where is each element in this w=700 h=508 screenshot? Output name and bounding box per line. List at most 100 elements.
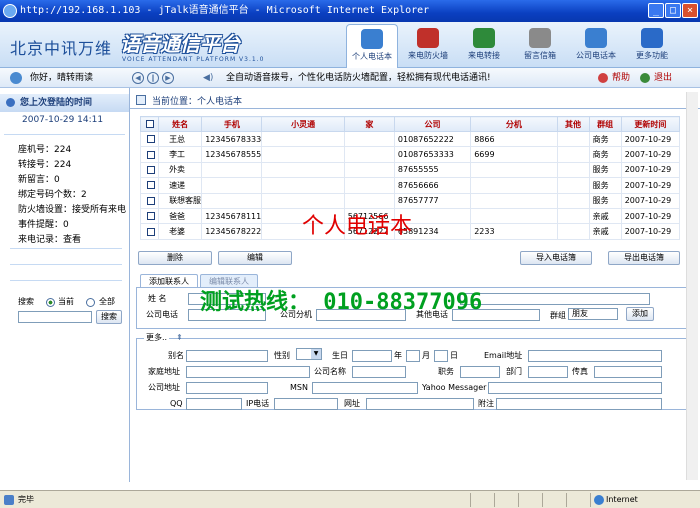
nav-item-forward[interactable]: 来电转接 bbox=[458, 24, 510, 68]
row-checkbox[interactable] bbox=[147, 196, 156, 205]
column-header[interactable]: 姓名 bbox=[158, 116, 203, 132]
row-checkbox[interactable] bbox=[147, 165, 156, 174]
add-button[interactable]: 添加 bbox=[626, 307, 654, 321]
table-cell: 爸爸 bbox=[158, 207, 203, 225]
table-row[interactable]: 外卖 87655555 服务 2007-10-29 bbox=[139, 161, 681, 179]
logout-link[interactable]: 退出 bbox=[654, 68, 672, 88]
alias-input[interactable] bbox=[186, 350, 268, 362]
gender-select[interactable]: ▼ bbox=[296, 348, 322, 360]
table-row[interactable]: 联想客服 87657777 服务 2007-10-29 bbox=[139, 192, 681, 209]
qq-label: QQ bbox=[170, 399, 183, 408]
table-cell bbox=[261, 130, 345, 148]
tab-add-contact[interactable]: 添加联系人 bbox=[140, 274, 198, 288]
collapse-icon[interactable]: ⇞ bbox=[176, 333, 183, 342]
forward-icon bbox=[473, 28, 495, 48]
divider bbox=[10, 280, 122, 281]
column-header[interactable]: 分机 bbox=[470, 116, 558, 132]
ip-phone-input[interactable] bbox=[274, 398, 338, 410]
nav-item-phonebook[interactable]: 个人电话本 bbox=[346, 24, 398, 68]
column-header[interactable]: 其他 bbox=[556, 116, 590, 132]
help-link[interactable]: 帮助 bbox=[612, 68, 630, 88]
row-checkbox[interactable] bbox=[147, 181, 156, 190]
group-select[interactable]: 朋友 bbox=[568, 308, 618, 320]
radio-current[interactable] bbox=[46, 298, 55, 307]
column-header[interactable]: 群组 bbox=[588, 116, 622, 132]
window-title: http://192.168.1.103 - jTalk语音通信平台 - Mic… bbox=[20, 5, 430, 16]
ip-phone-label: IP电话 bbox=[246, 399, 270, 408]
account-info-line[interactable]: 来电记录：查看 bbox=[0, 233, 129, 248]
mobile-input[interactable] bbox=[460, 293, 650, 305]
select-all-checkbox[interactable] bbox=[145, 120, 154, 128]
divider bbox=[566, 493, 567, 507]
nav-item-company-book[interactable]: 公司电话本 bbox=[570, 24, 622, 68]
birth-year-input[interactable] bbox=[352, 350, 392, 362]
search-button[interactable]: 搜索 bbox=[96, 310, 122, 324]
birth-day-input[interactable] bbox=[434, 350, 448, 362]
qq-input[interactable] bbox=[186, 398, 242, 410]
minimize-button[interactable]: _ bbox=[648, 3, 664, 18]
close-button[interactable]: × bbox=[682, 3, 698, 18]
table-row[interactable]: 王总 12345678333 01087652222 8866 商务 2007-10-29 bbox=[139, 130, 681, 148]
company-address-label: 公司地址 bbox=[148, 383, 180, 392]
notes-input[interactable] bbox=[496, 398, 662, 410]
chevron-down-icon: ▼ bbox=[311, 349, 321, 359]
row-checkbox[interactable] bbox=[147, 227, 156, 236]
select-all-cell bbox=[139, 116, 160, 132]
search-input[interactable] bbox=[18, 311, 92, 323]
dept-input[interactable] bbox=[528, 366, 568, 378]
delete-button[interactable]: 删除 bbox=[138, 251, 212, 265]
table-cell: 12345678555 bbox=[201, 146, 263, 163]
name-label: 姓 名 bbox=[148, 294, 167, 303]
account-info: 座机号：224 转接号：224 新留言：0 绑定号码个数：2 防火墙设置：接受所有来电事… bbox=[0, 143, 129, 248]
sidebar: 您上次登陆的时间 2007-10-29 14:11 座机号：224 转接号：224… bbox=[0, 88, 130, 482]
nav-item-mailbox[interactable]: 留言信箱 bbox=[514, 24, 566, 68]
divider bbox=[470, 493, 471, 507]
radio-all[interactable] bbox=[86, 298, 95, 307]
table-row[interactable]: 李工 12345678555 01087653333 6699 商务 2007-10-29 bbox=[139, 146, 681, 163]
platform-subtitle: VOICE ATTENDANT PLATFORM V3.1.0 bbox=[122, 56, 265, 63]
birth-month-input[interactable] bbox=[406, 350, 420, 362]
nav-item-more[interactable]: 更多功能 bbox=[626, 24, 678, 68]
table-cell bbox=[201, 161, 263, 179]
email-input[interactable] bbox=[528, 350, 662, 362]
back-icon[interactable]: ◀ bbox=[132, 72, 144, 84]
table-cell: 王总 bbox=[158, 130, 203, 148]
fax-input[interactable] bbox=[594, 366, 662, 378]
forward-icon[interactable]: ▶ bbox=[162, 72, 174, 84]
msn-input[interactable] bbox=[312, 382, 418, 394]
table-row[interactable]: 速递 87656666 服务 2007-10-29 bbox=[139, 177, 681, 194]
pause-icon[interactable]: ‖ bbox=[147, 72, 159, 84]
window-titlebar: http://192.168.1.103 - jTalk语音通信平台 - Mic… bbox=[0, 0, 700, 22]
account-info-line: 事件提醒：0 bbox=[18, 220, 69, 230]
mailbox-icon bbox=[529, 28, 551, 48]
more-label[interactable]: 更多.. bbox=[144, 332, 170, 344]
table-cell bbox=[556, 192, 590, 209]
nav-item-label: 来电转接 bbox=[468, 51, 500, 60]
table-cell: 2233 bbox=[470, 223, 558, 240]
maximize-button[interactable]: □ bbox=[665, 3, 681, 18]
scrollbar[interactable] bbox=[686, 92, 698, 480]
company-name-input[interactable] bbox=[352, 366, 406, 378]
column-header[interactable]: 手机 bbox=[201, 116, 263, 132]
column-header[interactable]: 更新时间 bbox=[620, 116, 681, 132]
column-header[interactable]: 小灵通 bbox=[261, 116, 345, 132]
account-info-line: 防火墙设置：接受所有来电 bbox=[18, 205, 127, 215]
import-button[interactable]: 导入电话簿 bbox=[520, 251, 592, 265]
nav-item-firewall[interactable]: 来电防火墙 bbox=[402, 24, 454, 68]
radio-all-label: 全部 bbox=[99, 297, 115, 306]
export-button[interactable]: 导出电话簿 bbox=[608, 251, 680, 265]
table-cell bbox=[343, 177, 395, 194]
row-checkbox[interactable] bbox=[147, 135, 156, 144]
row-checkbox[interactable] bbox=[147, 212, 156, 221]
column-header[interactable]: 公司 bbox=[393, 116, 472, 132]
company-address-input[interactable] bbox=[186, 382, 268, 394]
yahoo-input[interactable] bbox=[488, 382, 662, 394]
edit-button[interactable]: 编辑 bbox=[218, 251, 292, 265]
table-cell bbox=[261, 192, 345, 209]
website-input[interactable] bbox=[366, 398, 474, 410]
column-header[interactable]: 家 bbox=[343, 116, 395, 132]
row-checkbox[interactable] bbox=[147, 150, 156, 159]
title-input[interactable] bbox=[460, 366, 500, 378]
home-address-input[interactable] bbox=[186, 366, 310, 378]
table-cell: 速递 bbox=[158, 177, 203, 194]
